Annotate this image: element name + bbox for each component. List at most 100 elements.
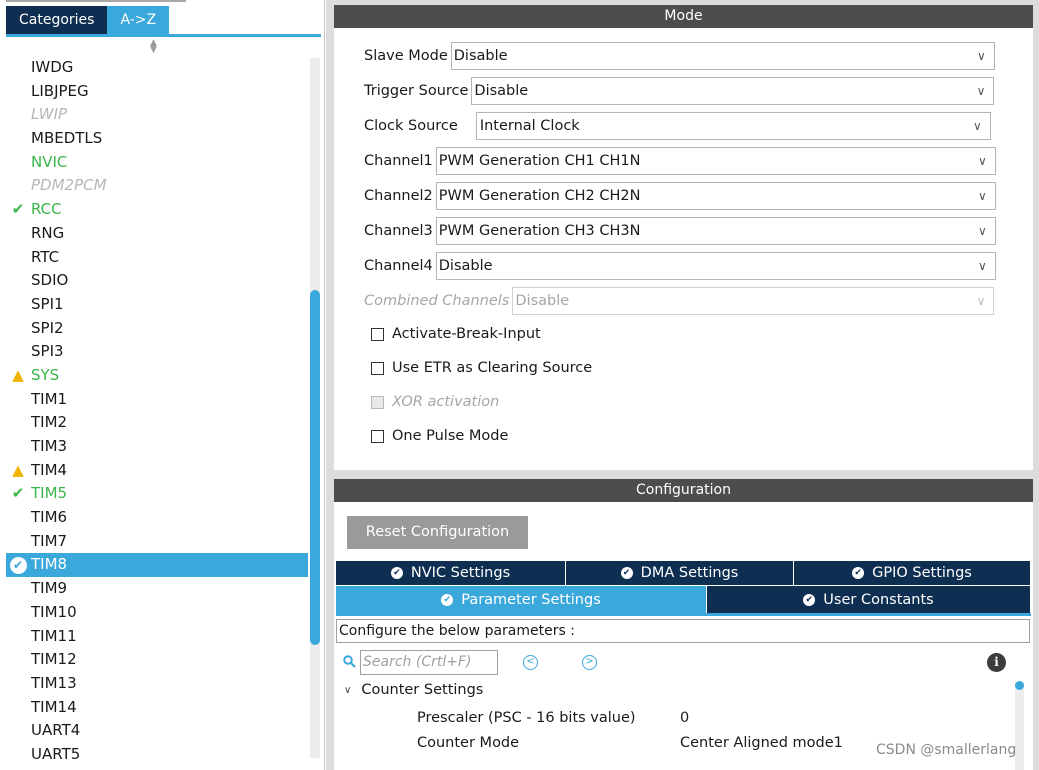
peripheral-item-tim12[interactable]: TIM12 [6, 648, 308, 672]
peripheral-item-sys[interactable]: ▲ SYS [6, 364, 308, 388]
peripheral-item-nvic[interactable]: NVIC [6, 151, 308, 175]
tab-categories[interactable]: Categories [6, 6, 108, 34]
tab-gpio-settings[interactable]: ✔ GPIO Settings [794, 561, 1030, 585]
peripheral-item-tim4[interactable]: ▲ TIM4 [6, 459, 308, 483]
peripheral-scrollbar-thumb[interactable] [310, 290, 320, 645]
param-row-prescaler[interactable]: Prescaler (PSC - 16 bits value) 0 [417, 707, 997, 729]
parameter-scrollbar-thumb[interactable] [1015, 681, 1024, 690]
peripheral-item-tim11[interactable]: TIM11 [6, 625, 308, 649]
peripheral-item-rtc[interactable]: RTC [6, 246, 308, 270]
peripheral-item-mbedtls[interactable]: MBEDTLS [6, 127, 308, 151]
use-etr-label: Use ETR as Clearing Source [392, 360, 593, 376]
peripheral-label: PDM2PCM [31, 176, 107, 195]
search-input[interactable]: Search (Crtl+F) [360, 650, 498, 675]
chevron-down-icon: ∨ [977, 259, 987, 273]
chevron-down-icon: ∨ [977, 154, 987, 168]
channel1-label: Channel1 [364, 153, 433, 169]
peripheral-item-tim10[interactable]: TIM10 [6, 601, 308, 625]
search-icon [343, 655, 356, 668]
activate-break-checkbox-row[interactable]: Activate-Break-Input [371, 323, 541, 345]
channel3-select[interactable]: PWM Generation CH3 CH3N ∨ [435, 217, 996, 245]
parameter-scrollbar-track[interactable] [1015, 682, 1024, 770]
peripheral-label: SYS [31, 365, 60, 384]
check-circle-icon: ✔ [852, 567, 865, 579]
peripheral-item-spi2[interactable]: SPI2 [6, 317, 308, 341]
peripheral-item-tim1[interactable]: TIM1 [6, 388, 308, 412]
channel1-select[interactable]: PWM Generation CH1 CH1N ∨ [435, 147, 996, 175]
tab-a-to-z[interactable]: A->Z [107, 6, 170, 34]
previous-match-icon[interactable]: < [523, 655, 538, 670]
tab-parameter-settings[interactable]: ✔ Parameter Settings [336, 586, 707, 613]
slave-mode-select[interactable]: Disable ∨ [450, 42, 995, 70]
peripheral-item-sdio[interactable]: SDIO [6, 269, 308, 293]
channel4-select[interactable]: Disable ∨ [435, 252, 996, 280]
one-pulse-checkbox-row[interactable]: One Pulse Mode [371, 425, 508, 447]
tab-bar-edge [6, 0, 186, 2]
peripheral-label: RTC [31, 247, 60, 266]
peripheral-item-rng[interactable]: RNG [6, 222, 308, 246]
info-icon[interactable]: i [987, 653, 1006, 672]
peripheral-item-uart5[interactable]: UART5 [6, 743, 308, 767]
check-circle-glyph: ✔ [9, 557, 27, 575]
peripheral-item-tim13[interactable]: TIM13 [6, 672, 308, 696]
param-value[interactable]: Center Aligned mode1 [680, 732, 843, 754]
peripheral-item-tim8[interactable]: ✔ TIM8 [6, 553, 308, 578]
peripheral-item-tim5[interactable]: ✔ TIM5 [6, 482, 308, 506]
counter-settings-group[interactable]: ∨ Counter Settings [344, 682, 483, 698]
trigger-source-value: Disable [474, 83, 529, 99]
peripheral-label: MBEDTLS [31, 129, 103, 148]
tab-user-constants[interactable]: ✔ User Constants [707, 586, 1030, 613]
peripheral-label: UART4 [31, 721, 81, 740]
param-value[interactable]: 0 [680, 707, 689, 729]
peripheral-item-tim7[interactable]: TIM7 [6, 530, 308, 554]
one-pulse-label: One Pulse Mode [392, 428, 509, 444]
channel2-select[interactable]: PWM Generation CH2 CH2N ∨ [435, 182, 996, 210]
peripheral-label: TIM3 [31, 437, 68, 455]
peripheral-label: TIM1 [31, 389, 68, 408]
peripheral-item-tim14[interactable]: TIM14 [6, 696, 308, 720]
config-tabs-row-2: ✔ Parameter Settings ✔ User Constants [336, 586, 1030, 613]
peripheral-item-libjpeg[interactable]: LIBJPEG [6, 80, 308, 104]
check-circle-icon: ✔ [441, 593, 454, 606]
trigger-source-select[interactable]: Disable ∨ [471, 77, 995, 105]
peripheral-item-tim2[interactable]: TIM2 [6, 411, 308, 435]
activate-break-checkbox[interactable] [371, 327, 384, 341]
chevron-down-icon[interactable]: ∨ [344, 685, 351, 696]
peripheral-item-spi3[interactable]: SPI3 [6, 340, 308, 364]
peripheral-item-uart4[interactable]: UART4 [6, 719, 308, 743]
peripheral-item-tim3[interactable]: TIM3 [6, 435, 308, 459]
param-name: Prescaler (PSC - 16 bits value) [417, 710, 636, 726]
peripheral-item-tim9[interactable]: TIM9 [6, 577, 308, 601]
peripheral-label: TIM12 [31, 650, 77, 669]
tab-dma-settings[interactable]: ✔ DMA Settings [566, 561, 794, 585]
one-pulse-checkbox[interactable] [371, 429, 384, 443]
tab-nvic-settings[interactable]: ✔ NVIC Settings [336, 561, 566, 585]
channel4-value: Disable [438, 258, 493, 274]
channel2-value: PWM Generation CH2 CH2N [438, 188, 641, 204]
chevron-down-icon: ∨ [973, 119, 982, 133]
peripheral-item-pdm2pcm[interactable]: PDM2PCM [6, 174, 308, 198]
xor-label: XOR activation [392, 394, 500, 410]
chevron-down-icon: ∨ [976, 294, 986, 308]
tab-gpio-label: GPIO Settings [872, 565, 972, 581]
peripheral-item-rcc[interactable]: ✔ RCC [6, 198, 308, 222]
peripheral-label: TIM7 [31, 531, 68, 550]
peripheral-item-spi1[interactable]: SPI1 [6, 293, 308, 317]
peripheral-label: TIM4 [31, 460, 68, 479]
peripheral-label: TIM8 [31, 555, 68, 574]
sort-arrows-icon[interactable]: ▲ ▼ [150, 39, 157, 55]
configuration-header: Configuration [334, 479, 1033, 502]
peripheral-item-iwdg[interactable]: IWDG [6, 56, 308, 80]
activate-break-label: Activate-Break-Input [392, 326, 541, 342]
peripheral-item-lwip[interactable]: LWIP [6, 103, 308, 127]
peripheral-label: SPI1 [31, 294, 64, 313]
peripheral-item-tim6[interactable]: TIM6 [6, 506, 308, 530]
channel2-row: Channel2 PWM Generation CH2 CH2N ∨ [364, 182, 996, 210]
combined-channels-select[interactable]: Disable ∨ [512, 287, 995, 315]
use-etr-checkbox[interactable] [371, 361, 384, 375]
clock-source-select[interactable]: Internal Clock ∨ [475, 112, 991, 140]
watermark: CSDN @smallerlang [876, 742, 1017, 758]
reset-configuration-button[interactable]: Reset Configuration [347, 516, 528, 549]
next-match-icon[interactable]: > [582, 655, 597, 670]
use-etr-checkbox-row[interactable]: Use ETR as Clearing Source [371, 357, 592, 379]
